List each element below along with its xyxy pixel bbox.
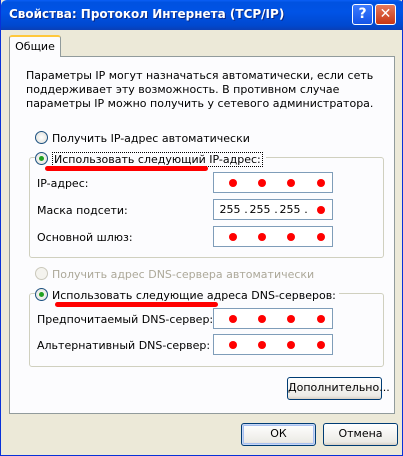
title-bar[interactable]: Свойства: Протокол Интернета (TCP/IP) ? … bbox=[1, 0, 403, 30]
redacted-octet bbox=[229, 341, 237, 349]
subnet-octet-2: 255 bbox=[249, 203, 271, 216]
redacted-octet bbox=[317, 315, 325, 323]
cancel-button[interactable]: Отмена bbox=[323, 423, 398, 446]
radio-ip-manual-label: Использовать следующий IP-адрес: bbox=[52, 152, 263, 167]
redaction-mark bbox=[55, 302, 218, 307]
radio-ip-auto-label: Получить IP-адрес автоматически bbox=[52, 132, 250, 145]
subnet-mask-input[interactable]: 255 . 255 . 255 . bbox=[213, 199, 333, 220]
window-title: Свойства: Протокол Интернета (TCP/IP) bbox=[9, 7, 285, 21]
advanced-button[interactable]: Дополнительно... bbox=[287, 377, 390, 400]
radio-dns-auto[interactable]: Получить адрес DNS-сервера автоматически bbox=[35, 267, 314, 281]
help-icon: ? bbox=[358, 6, 367, 22]
close-button[interactable]: ✕ bbox=[375, 4, 396, 25]
radio-ip-auto-indicator[interactable] bbox=[35, 131, 48, 144]
redacted-octet bbox=[229, 315, 237, 323]
tab-panel-general: Параметры IP могут назначаться автоматич… bbox=[9, 56, 395, 414]
redacted-octet bbox=[317, 179, 325, 187]
alternate-dns-input[interactable] bbox=[213, 334, 333, 355]
help-button[interactable]: ? bbox=[352, 4, 373, 25]
redacted-octet bbox=[258, 233, 266, 241]
ok-button[interactable]: ОК bbox=[241, 423, 316, 446]
radio-ip-auto[interactable]: Получить IP-адрес автоматически bbox=[35, 131, 250, 145]
subnet-octet-1: 255 bbox=[219, 203, 241, 216]
redacted-octet bbox=[287, 315, 295, 323]
preferred-dns-label: Предпочитаемый DNS-сервер: bbox=[37, 313, 214, 326]
gateway-input[interactable] bbox=[213, 226, 333, 247]
redacted-octet bbox=[317, 233, 325, 241]
radio-ip-manual-indicator[interactable] bbox=[35, 152, 48, 165]
redacted-octet bbox=[258, 179, 266, 187]
redaction-mark bbox=[45, 166, 208, 171]
ip-address-label: IP-адрес: bbox=[37, 177, 89, 190]
dialog-window: Свойства: Протокол Интернета (TCP/IP) ? … bbox=[0, 0, 403, 456]
subnet-octet-3: 255 bbox=[279, 203, 301, 216]
close-icon: ✕ bbox=[379, 6, 392, 22]
radio-dns-auto-label: Получить адрес DNS-сервера автоматически bbox=[52, 268, 315, 281]
alternate-dns-label: Альтернативный DNS-сервер: bbox=[37, 339, 211, 352]
ip-address-input[interactable] bbox=[213, 172, 333, 193]
redacted-octet bbox=[229, 233, 237, 241]
radio-dns-manual-label: Использовать следующие адреса DNS-сервер… bbox=[52, 289, 336, 302]
redacted-octet bbox=[317, 206, 325, 214]
redacted-octet bbox=[287, 233, 295, 241]
description-text: Параметры IP могут назначаться автоматич… bbox=[26, 69, 374, 110]
radio-dns-manual-indicator[interactable] bbox=[35, 288, 48, 301]
redacted-octet bbox=[317, 341, 325, 349]
redacted-octet bbox=[287, 341, 295, 349]
redacted-octet bbox=[258, 315, 266, 323]
tab-general-label: Общие bbox=[15, 40, 55, 53]
octet-separator: . bbox=[304, 203, 308, 216]
gateway-label: Основной шлюз: bbox=[37, 231, 133, 244]
preferred-dns-input[interactable] bbox=[213, 308, 333, 329]
subnet-mask-label: Маска подсети: bbox=[37, 204, 128, 217]
radio-dns-manual[interactable]: Использовать следующие адреса DNS-сервер… bbox=[35, 288, 339, 302]
radio-ip-manual[interactable]: Использовать следующий IP-адрес: bbox=[35, 152, 266, 167]
tab-general[interactable]: Общие bbox=[9, 35, 61, 57]
redacted-octet bbox=[229, 179, 237, 187]
redacted-octet bbox=[287, 179, 295, 187]
redacted-octet bbox=[258, 341, 266, 349]
radio-dns-auto-indicator[interactable] bbox=[35, 267, 48, 280]
